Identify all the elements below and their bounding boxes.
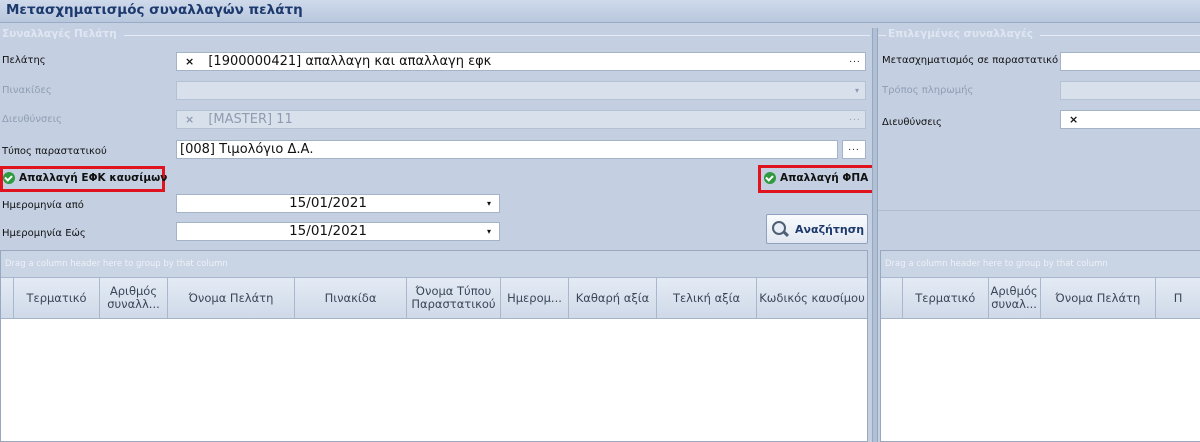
column-header-customer-name[interactable]: Όνομα Πελάτη <box>168 278 295 318</box>
doc-type-value: [008] Τιμολόγιο Δ.Α. <box>180 142 314 157</box>
search-button[interactable]: Αναζήτηση <box>766 214 868 244</box>
transform-to-label: Μετασχηματισμός σε παραστατικό <box>882 55 1059 66</box>
vat-exempt-checkbox[interactable]: Απαλλαγή ΦΠΑ <box>764 172 868 184</box>
chevron-down-icon[interactable]: ▾ <box>855 82 859 99</box>
grid-header: Τερματικό Αριθμός συναλ... Όνομα Πελάτη … <box>881 278 1200 319</box>
ellipsis-button[interactable]: ... <box>845 111 865 128</box>
ellipsis-button[interactable]: ... <box>845 53 865 70</box>
column-header-customer-name[interactable]: Όνομα Πελάτη <box>1041 278 1157 318</box>
doc-type-ellipsis-button[interactable]: ... <box>842 140 866 159</box>
column-header-terminal[interactable]: Τερματικό <box>903 278 989 318</box>
column-header-final-value[interactable]: Τελική αξία <box>657 278 757 318</box>
addresses-value: [MASTER] 11 <box>208 112 293 127</box>
clear-icon[interactable]: × <box>1069 113 1078 126</box>
transactions-grid: Drag a column header here to group by th… <box>0 250 868 442</box>
efk-exempt-checkbox[interactable]: Απαλλαγή ΕΦΚ καυσίμων <box>3 172 167 184</box>
addresses-label: Διευθύνσεις <box>2 114 62 125</box>
date-to-value: 15/01/2021 <box>289 223 367 239</box>
column-header-transaction-number[interactable]: Αριθμός συναλλ... <box>100 278 168 318</box>
column-header-plate[interactable]: Πινακίδα <box>295 278 407 318</box>
group-divider <box>124 35 870 36</box>
column-header-indicator[interactable] <box>1 278 14 318</box>
doc-type-label: Τύπος παραστατικού <box>2 146 107 157</box>
search-button-label: Αναζήτηση <box>795 222 865 236</box>
right-addresses-field[interactable]: × <box>1060 110 1200 129</box>
column-header-date[interactable]: Ημερομ... <box>501 278 569 318</box>
section-divider <box>878 210 1200 211</box>
vat-exempt-label: Απαλλαγή ΦΠΑ <box>780 172 869 184</box>
date-from-label: Ημερομηνία από <box>2 200 84 211</box>
clear-icon[interactable]: × <box>185 113 194 126</box>
magnifier-icon <box>771 220 789 238</box>
check-icon <box>764 172 776 184</box>
title-bar: Μετασχηματισμός συναλλαγών πελάτη <box>0 0 1200 23</box>
plates-label: Πινακίδες <box>2 85 52 96</box>
chevron-down-icon[interactable]: ▾ <box>487 223 491 240</box>
ellipsis-icon: ... <box>848 143 860 153</box>
column-header-indicator[interactable] <box>881 278 903 318</box>
chevron-down-icon[interactable]: ▾ <box>487 195 491 212</box>
payment-method-select[interactable] <box>1060 81 1200 100</box>
grid-header: Τερματικό Αριθμός συναλλ... Όνομα Πελάτη… <box>1 278 867 319</box>
column-header-transaction-number[interactable]: Αριθμός συναλ... <box>989 278 1041 318</box>
customer-value: [1900000421] απαλλαγη και απαλλαγη εφκ <box>208 54 492 69</box>
column-header-terminal[interactable]: Τερματικό <box>14 278 100 318</box>
column-header-doc-type-name[interactable]: Όνομα Τύπου Παραστατικού <box>407 278 501 318</box>
group-by-panel[interactable]: Drag a column header here to group by th… <box>1 251 867 278</box>
customer-field[interactable]: × [1900000421] απαλλαγη και απαλλαγη εφκ… <box>176 52 866 71</box>
addresses-field[interactable]: × [MASTER] 11 ... <box>176 110 866 129</box>
group-title-selected-transactions: Επιλεγμένες συναλλαγές <box>888 28 1034 40</box>
selected-transactions-panel: Επιλεγμένες συναλλαγές Μετασχηματισμός σ… <box>878 28 1200 442</box>
payment-method-label: Τρόπος πληρωμής <box>882 85 974 96</box>
column-header-net-value[interactable]: Καθαρή αξία <box>569 278 657 318</box>
customer-label: Πελάτης <box>2 55 46 66</box>
customer-transactions-panel: Συναλλαγές Πελάτη Πελάτης × [1900000421]… <box>0 28 878 442</box>
check-icon <box>3 172 15 184</box>
group-divider <box>878 35 886 36</box>
date-from-picker[interactable]: 15/01/2021 ▾ <box>176 194 500 213</box>
date-from-value: 15/01/2021 <box>289 195 367 211</box>
doc-type-field[interactable]: [008] Τιμολόγιο Δ.Α. <box>176 140 838 159</box>
plates-select[interactable]: ▾ <box>176 81 866 100</box>
efk-exempt-label: Απαλλαγή ΕΦΚ καυσίμων <box>19 172 168 184</box>
window-title: Μετασχηματισμός συναλλαγών πελάτη <box>6 2 303 18</box>
transform-to-field[interactable] <box>1060 52 1200 71</box>
date-to-picker[interactable]: 15/01/2021 ▾ <box>176 222 500 241</box>
group-by-panel[interactable]: Drag a column header here to group by th… <box>881 251 1200 278</box>
column-header-plate[interactable]: Π <box>1156 278 1200 318</box>
group-divider <box>1040 35 1200 36</box>
group-title-customer-transactions: Συναλλαγές Πελάτη <box>2 28 117 40</box>
clear-icon[interactable]: × <box>185 55 194 68</box>
column-header-fuel-code[interactable]: Κωδικός καυσίμου <box>757 278 867 318</box>
right-addresses-label: Διευθύνσεις <box>882 117 942 128</box>
date-to-label: Ημερομηνία Εώς <box>2 228 86 239</box>
selected-transactions-grid: Drag a column header here to group by th… <box>880 250 1200 442</box>
